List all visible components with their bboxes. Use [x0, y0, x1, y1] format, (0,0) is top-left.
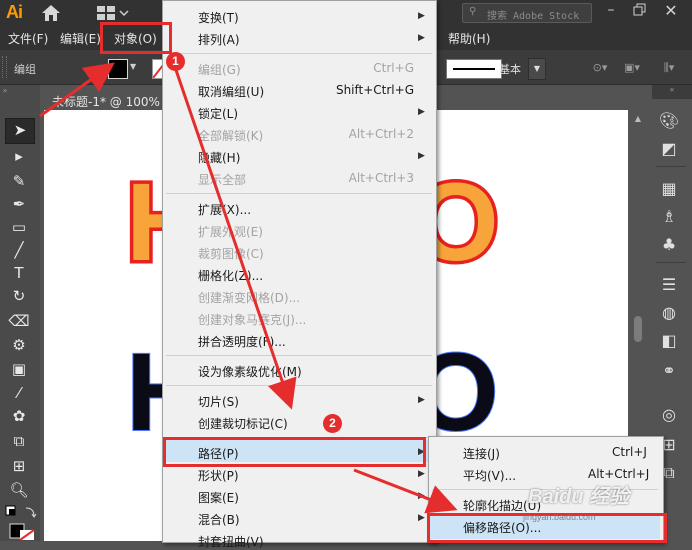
watermark-logo: Baidu 经验: [528, 486, 630, 508]
arrow-to-slice: [174, 69, 297, 410]
arrow-to-offset: [353, 468, 458, 514]
arrow-to-fill: [39, 62, 115, 118]
annotation-arrows: [39, 62, 458, 514]
watermark-url: jingyan.baidu.com: [523, 512, 596, 522]
